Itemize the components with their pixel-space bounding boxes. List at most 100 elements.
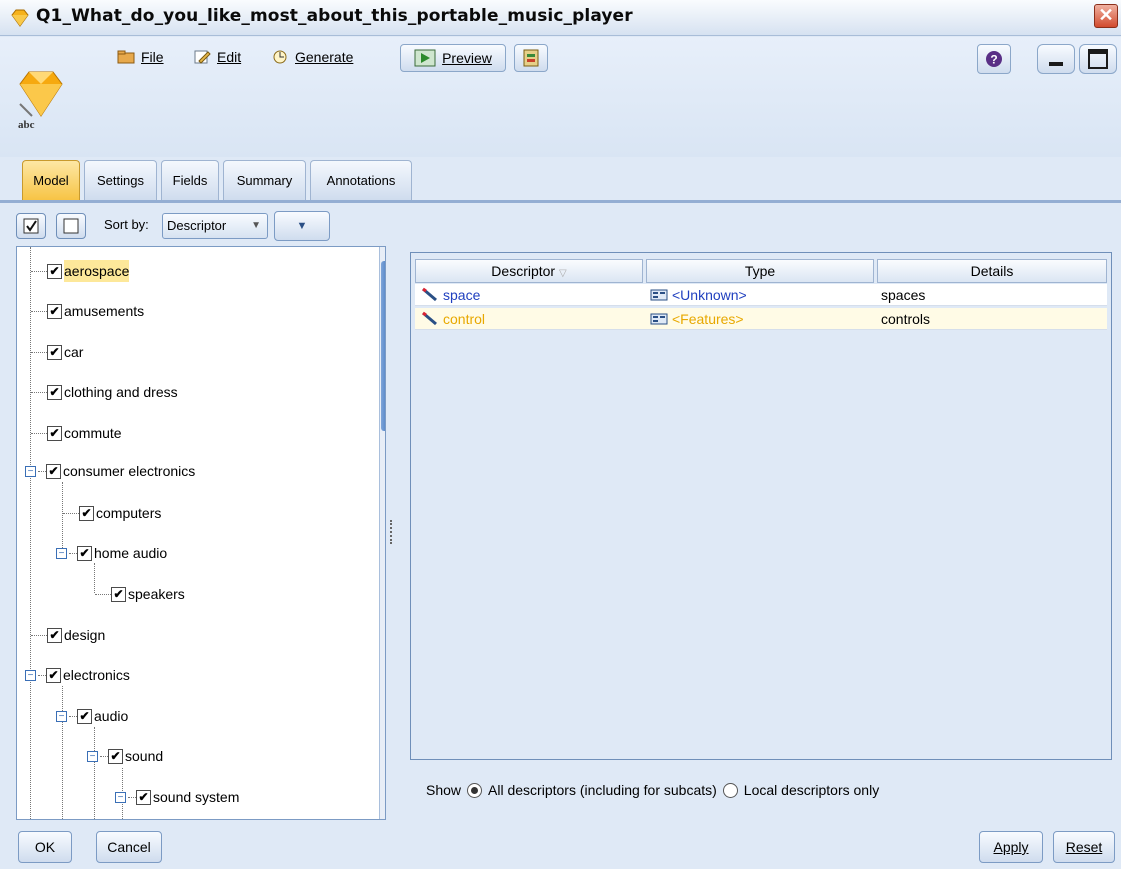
tree-item[interactable]: − ✔ sound [87, 745, 163, 767]
tree-item-label: sound system [153, 789, 240, 805]
scroll-down-icon[interactable]: ▼ [381, 805, 386, 819]
close-button[interactable]: ✕ [1094, 4, 1118, 28]
column-header-descriptor[interactable]: Descriptor ▽ [415, 259, 643, 283]
radio-all-descriptors[interactable] [467, 782, 483, 798]
tree-item[interactable]: ✔ speakers [95, 583, 185, 605]
tree-connector [94, 727, 95, 819]
details-cell[interactable]: spaces [877, 284, 1107, 306]
maximize-button[interactable] [1079, 44, 1117, 74]
tree-item-label: amusements [64, 303, 145, 319]
apply-button[interactable]: Apply [979, 831, 1043, 863]
sort-direction-icon: ▼ [296, 220, 308, 232]
minimize-button[interactable] [1037, 44, 1075, 74]
checkbox[interactable]: ✔ [47, 384, 62, 400]
checkbox[interactable]: ✔ [47, 263, 62, 279]
table-row[interactable]: <Unknown> [646, 284, 877, 306]
uncheck-all-button[interactable] [56, 213, 86, 239]
tree-item[interactable]: ✔ amusements [31, 300, 144, 322]
checkbox[interactable]: ✔ [77, 708, 92, 724]
tree-connector [30, 247, 31, 819]
tree-scroll-thumb[interactable] [381, 261, 385, 431]
collapse-icon[interactable]: − [87, 750, 98, 762]
checkbox[interactable]: ✔ [46, 463, 61, 479]
checkbox[interactable]: ✔ [136, 789, 151, 805]
file-menu[interactable]: File [117, 45, 164, 69]
tree-item[interactable]: ✔ aerospace [31, 260, 130, 282]
cancel-button[interactable]: Cancel [96, 831, 162, 863]
tab-model[interactable]: Model [22, 160, 80, 200]
sort-by-value: Descriptor [167, 218, 227, 233]
tree-item[interactable]: ✔ car [31, 341, 83, 363]
logo-text: abc [18, 119, 35, 131]
category-tree[interactable]: ✔ aerospace ✔ amusements ✔ car ✔ clothing an… [16, 246, 386, 820]
checkbox[interactable]: ✔ [108, 748, 123, 764]
tab-summary[interactable]: Summary [223, 160, 306, 200]
tree-item-label: home audio [94, 545, 168, 561]
sort-by-select[interactable]: Descriptor ▼ [162, 213, 268, 239]
tab-annotations[interactable]: Annotations [310, 160, 412, 200]
tab-fields[interactable]: Fields [161, 160, 219, 200]
check-all-button[interactable] [16, 213, 46, 239]
tree-item[interactable]: ✔ commute [31, 422, 122, 444]
tree-item-label: speakers [128, 586, 185, 602]
tree-item-label: consumer electronics [63, 463, 196, 479]
export-icon [523, 49, 539, 67]
table-row[interactable]: <Features> [646, 308, 877, 330]
checkbox[interactable]: ✔ [47, 627, 62, 643]
checkbox[interactable]: ✔ [46, 667, 61, 683]
checkbox[interactable]: ✔ [77, 545, 92, 561]
generate-menu-label: Generate [295, 49, 354, 65]
reset-button[interactable]: Reset [1053, 831, 1115, 863]
collapse-icon[interactable]: − [115, 791, 126, 803]
tree-item[interactable]: − ✔ audio [56, 705, 128, 727]
table-row[interactable]: control [415, 308, 646, 330]
help-button[interactable]: ? [977, 44, 1011, 74]
collapse-icon[interactable]: − [25, 465, 36, 477]
descriptor-table: Descriptor ▽ Type Details space <Unknown… [410, 252, 1112, 760]
column-header-descriptor-label: Descriptor [491, 263, 556, 279]
tree-item[interactable]: ✔ computers [63, 502, 161, 524]
radio-local-descriptors[interactable] [722, 782, 738, 798]
tree-item-label: computers [96, 505, 162, 521]
edit-menu-label: Edit [217, 49, 242, 65]
help-icon: ? [986, 51, 1002, 67]
tree-item[interactable]: − ✔ consumer electronics [25, 460, 195, 482]
checkbox[interactable]: ✔ [79, 505, 94, 521]
export-button[interactable] [514, 44, 548, 72]
diamond-app-icon [11, 9, 29, 27]
panel-splitter[interactable] [390, 520, 394, 544]
tab-divider [0, 200, 1121, 203]
preview-button[interactable]: Preview [400, 44, 506, 72]
sort-direction-button[interactable]: ▼ [274, 211, 330, 241]
minimize-icon [1049, 62, 1063, 66]
checkbox[interactable]: ✔ [47, 425, 62, 441]
collapse-icon[interactable]: − [56, 710, 67, 722]
tree-item-label: clothing and dress [64, 384, 178, 400]
show-options: Show All descriptors (including for subc… [426, 782, 879, 798]
checkbox[interactable]: ✔ [111, 586, 126, 602]
details-cell[interactable]: controls [877, 308, 1107, 330]
edit-menu[interactable]: Edit [193, 45, 241, 69]
scroll-up-icon[interactable]: ▲ [381, 247, 386, 261]
preview-label: Preview [442, 50, 492, 66]
tree-item[interactable]: ✔ design [31, 624, 105, 646]
ok-button[interactable]: OK [18, 831, 72, 863]
checkbox[interactable]: ✔ [47, 303, 62, 319]
collapse-icon[interactable]: − [25, 669, 36, 681]
tree-item[interactable]: − ✔ sound system [115, 786, 239, 808]
column-header-details[interactable]: Details [877, 259, 1107, 283]
tree-item-label: audio [94, 708, 129, 724]
tree-item[interactable]: ✔ clothing and dress [31, 381, 178, 403]
tree-item[interactable]: − ✔ electronics [25, 664, 130, 686]
column-header-type[interactable]: Type [646, 259, 874, 283]
collapse-icon[interactable]: − [56, 547, 67, 559]
tree-item-label: commute [64, 425, 122, 441]
sort-indicator-icon: ▽ [558, 268, 567, 279]
type-icon [650, 289, 668, 301]
tree-item-label: car [64, 344, 84, 360]
tab-settings[interactable]: Settings [84, 160, 157, 200]
checkbox[interactable]: ✔ [47, 344, 62, 360]
generate-menu[interactable]: Generate [271, 45, 353, 69]
table-row[interactable]: space [415, 284, 646, 306]
tree-item[interactable]: − ✔ home audio [56, 542, 167, 564]
